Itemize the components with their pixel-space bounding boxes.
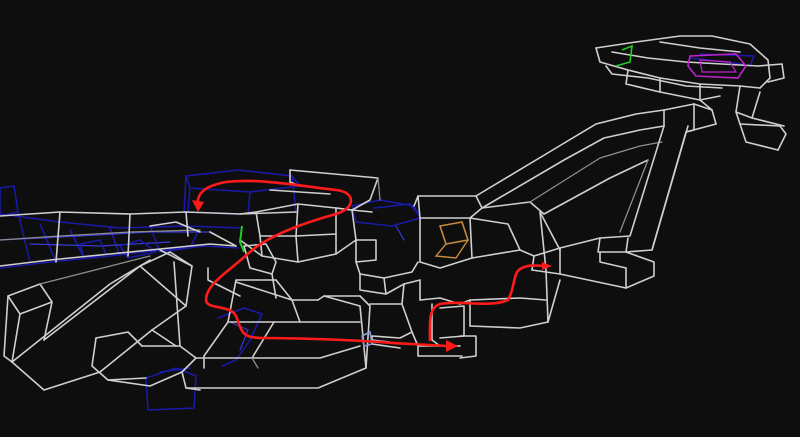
3d-viewport[interactable]: [0, 0, 800, 437]
blocks-bottom-right: [371, 303, 477, 359]
object-marker: [434, 221, 470, 259]
route-arrow-right: [542, 262, 552, 270]
goal-marker: [687, 53, 747, 79]
navmesh-center: [351, 199, 421, 241]
spawn-marker-left: [238, 225, 245, 253]
level-wireframe: [0, 35, 787, 411]
platform-right: [459, 211, 627, 329]
center-right-block: [335, 195, 545, 347]
route-arrow-end: [446, 340, 458, 352]
spawn-marker-top: [615, 44, 633, 67]
navmesh-left: [0, 185, 241, 269]
route-arrow-start: [192, 200, 204, 212]
ramp-lower-left: [3, 249, 197, 391]
bridge-diagonal: [475, 103, 695, 289]
